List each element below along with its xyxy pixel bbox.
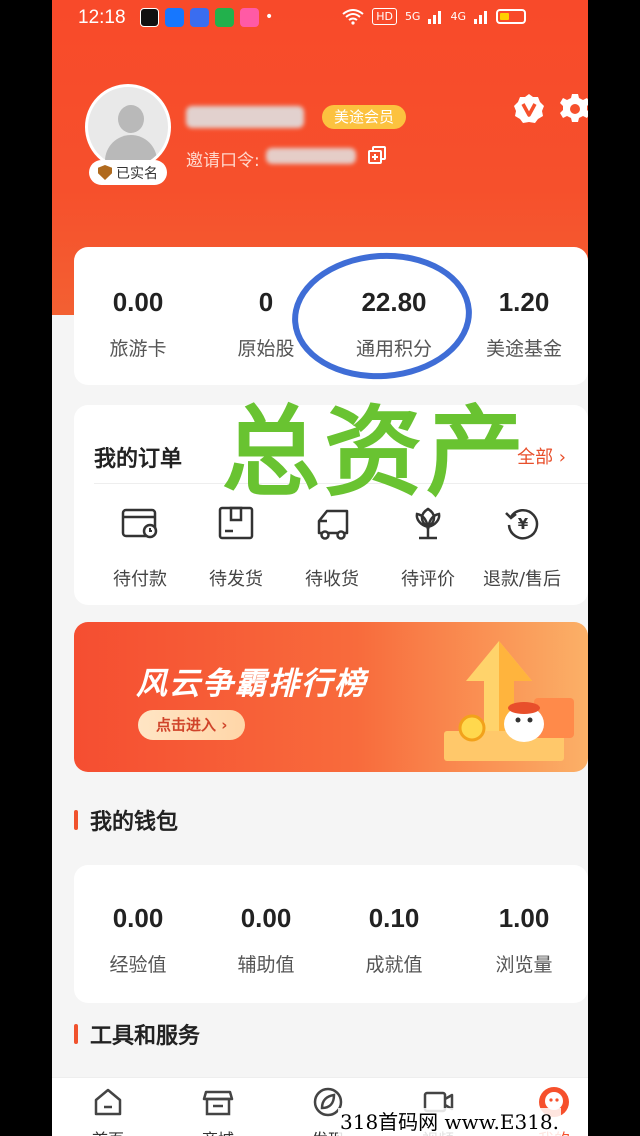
signal-bars-icon	[474, 10, 487, 24]
vip-icon[interactable]	[513, 93, 545, 125]
tab-home[interactable]: 首页	[68, 1086, 148, 1136]
wallet-section-title: 我的钱包	[74, 804, 178, 836]
wallet-label: 浏览量	[495, 954, 553, 976]
avatar[interactable]	[85, 84, 171, 170]
verified-label: 已实名	[116, 165, 158, 182]
tab-label: 商城	[178, 1126, 258, 1136]
signal-bars-icon	[428, 10, 442, 24]
wallet-value: 0.10	[368, 903, 420, 933]
order-label: 待评价	[401, 569, 455, 590]
total-assets-overlay: 总资产	[222, 396, 529, 510]
invite-label: 邀请口令:	[186, 151, 260, 171]
wallet-achievement[interactable]: 0.10 成就值	[330, 903, 458, 977]
refund-icon: ¥	[505, 509, 539, 540]
orders-title: 我的订单	[94, 447, 183, 472]
status-time: 12:18	[78, 7, 126, 28]
store-icon	[202, 1090, 234, 1116]
asset-travel-card[interactable]: 0.00 旅游卡	[74, 287, 202, 361]
photo-app-icon	[240, 8, 259, 27]
order-label: 待收货	[305, 569, 359, 590]
leaderboard-banner[interactable]: 风云争霸排行榜 点击进入 ›	[74, 622, 588, 772]
invite-code: 邀请口令:	[186, 146, 260, 171]
alipay-icon	[165, 8, 184, 27]
play-app-icon	[215, 8, 234, 27]
asset-value: 1.20	[498, 287, 550, 317]
asset-label: 旅游卡	[109, 338, 167, 360]
order-label: 退款/售后	[482, 569, 562, 590]
truck-icon	[317, 509, 349, 540]
shield-icon	[98, 165, 112, 180]
order-pending-receipt[interactable]: 待收货	[284, 505, 380, 591]
signal-4g-label: 4G	[450, 10, 466, 23]
capcut-icon	[140, 8, 159, 27]
watermark-text: 318首码网 www.E318.	[338, 1108, 562, 1136]
wallet-views[interactable]: 1.00 浏览量	[460, 903, 588, 977]
wallet-experience[interactable]: 0.00 经验值	[74, 903, 202, 977]
member-tag[interactable]: 美途会员	[322, 105, 407, 129]
hd-badge: HD	[372, 8, 397, 25]
order-pending-review[interactable]: 待评价	[380, 505, 476, 591]
banner-title: 风云争霸排行榜	[136, 666, 367, 702]
tools-section-title: 工具和服务	[74, 1018, 200, 1050]
wallet-assist[interactable]: 0.00 辅助值	[202, 903, 330, 977]
tab-store[interactable]: 商城	[178, 1086, 258, 1136]
trophy-arrow-illustration	[444, 641, 574, 761]
wallet-label: 经验值	[109, 954, 167, 976]
wallet-value: 1.00	[498, 903, 550, 933]
svg-text:¥: ¥	[518, 515, 529, 533]
order-label: 待发货	[209, 569, 263, 590]
battery-icon	[496, 9, 526, 24]
wallet-value: 0.00	[240, 903, 292, 933]
order-pending-payment[interactable]: 待付款	[92, 505, 188, 591]
asset-value: 0.00	[112, 287, 164, 317]
wallet-icon	[121, 508, 158, 539]
wifi-icon	[342, 8, 364, 25]
username-redacted	[186, 106, 304, 128]
home-icon	[94, 1088, 122, 1116]
wallet-label: 成就值	[365, 954, 423, 976]
wallet-value: 0.00	[112, 903, 164, 933]
notification-icons: •	[140, 8, 273, 27]
asset-fund[interactable]: 1.20 美途基金	[460, 287, 588, 361]
gear-icon[interactable]	[559, 93, 588, 125]
status-bar: 12:18 • HD 5G 4G	[0, 0, 588, 36]
flower-icon	[415, 507, 441, 540]
more-dot-icon: •	[265, 9, 274, 25]
signal-5g-label: 5G	[404, 10, 421, 23]
package-icon	[218, 506, 254, 540]
avatar-head	[118, 105, 144, 133]
infinity-app-icon	[190, 8, 209, 27]
wallet-card: 0.00 经验值 0.00 辅助值 0.10 成就值 1.00 浏览量	[74, 865, 588, 1003]
phone-screen: 已实名 美途会员 邀请口令: 0.00 旅游卡 0 原始股 22.80 通用积分…	[52, 0, 588, 1136]
verified-badge: 已实名	[89, 160, 167, 185]
order-pending-shipment[interactable]: 待发货	[188, 505, 284, 591]
order-refund[interactable]: ¥ 退款/售后	[474, 505, 570, 591]
invite-code-redacted	[266, 148, 356, 164]
tab-label: 首页	[68, 1126, 148, 1136]
order-label: 待付款	[113, 569, 167, 590]
wallet-label: 辅助值	[237, 954, 295, 976]
banner-enter-button[interactable]: 点击进入 ›	[138, 710, 246, 740]
asset-label: 美途基金	[485, 338, 562, 360]
copy-icon[interactable]	[368, 146, 386, 164]
status-indicators: HD 5G 4G	[342, 8, 526, 25]
